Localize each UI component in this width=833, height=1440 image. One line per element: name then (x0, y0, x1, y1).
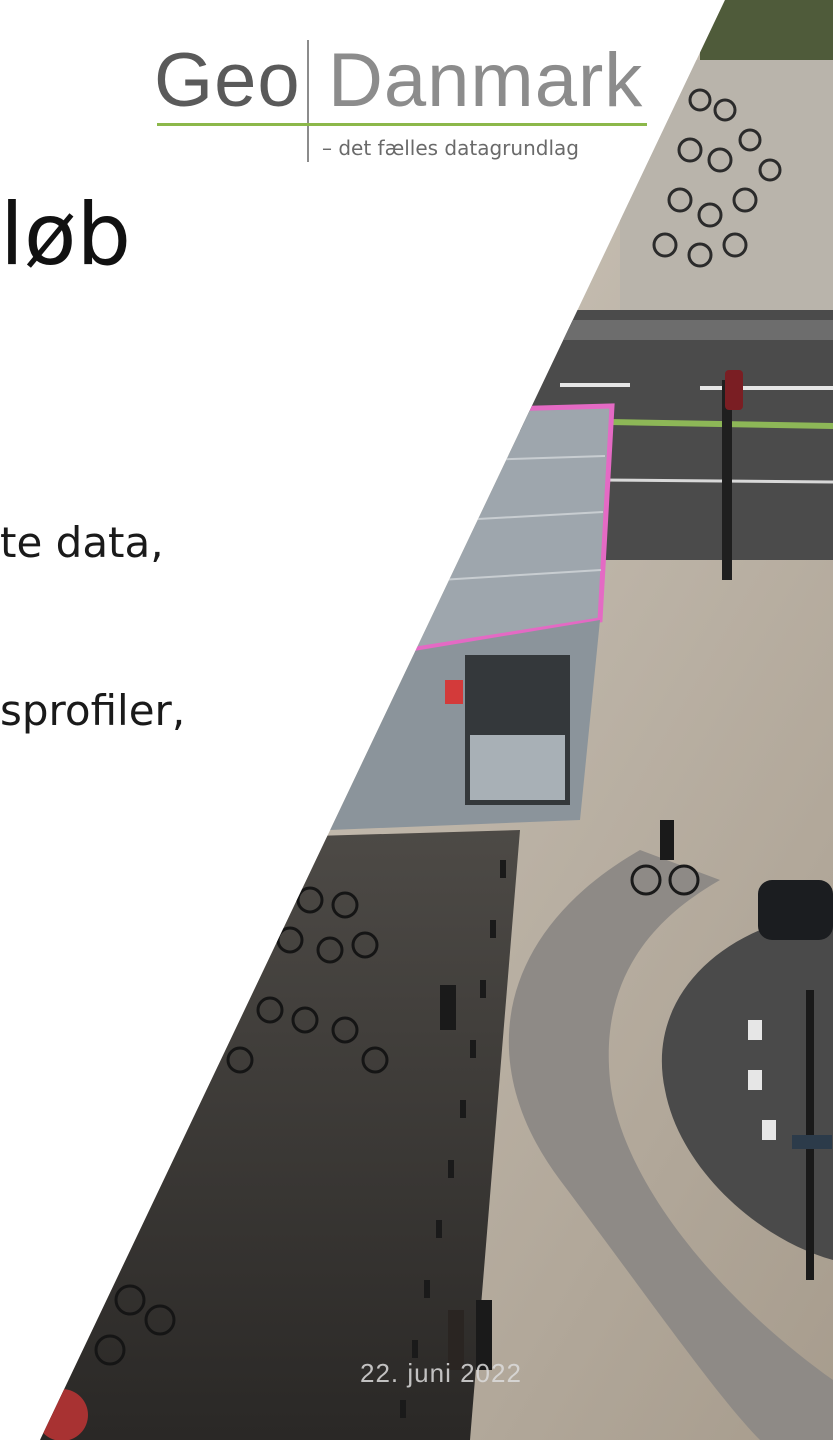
presentation-slide: Geo Danmark – det fælles datagrundlag lø… (0, 0, 833, 1440)
bullet-text-1: te data, (0, 518, 164, 567)
logo-divider-vertical (307, 40, 309, 162)
footer-date: 22. juni 2022 (360, 1358, 522, 1388)
logo-tagline: – det fælles datagrundlag (322, 136, 579, 160)
logo-word-danmark: Danmark (328, 38, 644, 123)
bullet-text-2: sprofiler, (0, 686, 186, 735)
slide-title: løb (0, 185, 132, 285)
logo-divider-horizontal (157, 123, 647, 126)
geodanmark-logo: Geo Danmark – det fælles datagrundlag (150, 30, 650, 170)
logo-word-geo: Geo (154, 38, 301, 123)
